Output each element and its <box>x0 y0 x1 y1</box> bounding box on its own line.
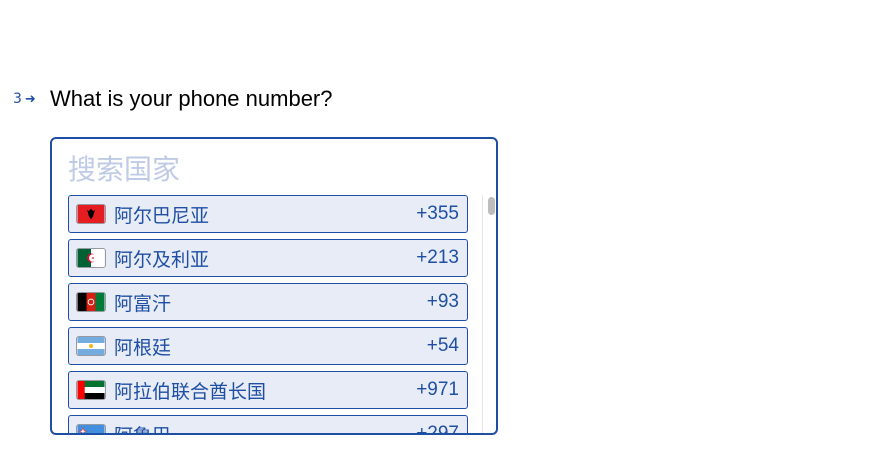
aruba-flag-icon <box>76 424 106 433</box>
question-number-text: 3 <box>13 91 22 107</box>
country-name: 阿拉伯联合酋长国 <box>114 380 267 403</box>
dial-code: +355 <box>416 203 459 224</box>
afghanistan-flag-icon <box>76 292 106 312</box>
country-name: 阿根廷 <box>114 336 172 359</box>
country-name: 阿鲁巴 <box>114 421 416 434</box>
argentina-flag-icon <box>76 336 106 356</box>
algeria-flag-icon <box>76 248 106 268</box>
uae-flag-icon <box>76 380 106 400</box>
albania-flag-icon <box>76 204 106 224</box>
scrollbar-thumb[interactable] <box>488 197 495 215</box>
question-title: What is your phone number? <box>50 86 333 111</box>
question-number: 3 ➜ <box>13 91 36 107</box>
country-option-argentina[interactable]: 阿根廷 +54 <box>68 327 468 365</box>
right-arrow-icon: ➜ <box>24 91 36 107</box>
dial-code: +297 <box>416 423 459 435</box>
country-name: 阿尔及利亚 <box>114 248 210 271</box>
country-option-aruba[interactable]: 阿鲁巴 +297 <box>68 415 468 435</box>
country-list[interactable]: 阿尔巴尼亚 +355 阿尔及利亚 +213 阿富汗 +93 阿根廷 +54 阿拉… <box>68 195 468 435</box>
country-option-albania[interactable]: 阿尔巴尼亚 +355 <box>68 195 468 233</box>
country-picker: 阿尔巴尼亚 +355 阿尔及利亚 +213 阿富汗 +93 阿根廷 +54 <box>50 137 498 435</box>
dial-code: +93 <box>426 291 459 312</box>
country-name: 阿富汗 <box>114 292 172 315</box>
country-name: 阿尔巴尼亚 <box>114 204 210 227</box>
scrollbar-track[interactable] <box>482 195 491 433</box>
country-option-afghanistan[interactable]: 阿富汗 +93 <box>68 283 468 321</box>
country-search-input[interactable] <box>68 151 368 187</box>
dial-code: +971 <box>416 379 459 400</box>
country-option-uae[interactable]: 阿拉伯联合酋长国 +971 <box>68 371 468 409</box>
country-option-algeria[interactable]: 阿尔及利亚 +213 <box>68 239 468 277</box>
dial-code: +213 <box>416 247 459 268</box>
dial-code: +54 <box>426 335 459 356</box>
